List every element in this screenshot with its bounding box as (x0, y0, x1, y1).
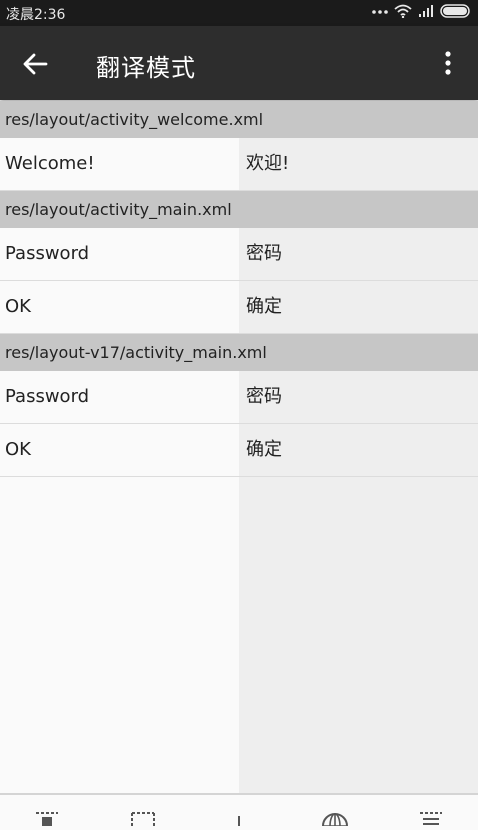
file-header: res/layout/activity_main.xml (0, 191, 478, 228)
wifi-icon (394, 4, 412, 18)
app-bar: 翻译模式 (0, 26, 478, 100)
source-text[interactable]: OK (5, 424, 235, 476)
signal-icon (418, 4, 434, 18)
translation-text[interactable]: 密码 (246, 228, 474, 280)
page-title: 翻译模式 (96, 54, 196, 82)
battery-icon (440, 4, 472, 18)
status-bar: 凌晨2:36 (0, 0, 478, 26)
back-button[interactable] (20, 50, 50, 78)
more-options-button[interactable] (436, 48, 460, 78)
translation-text[interactable]: 确定 (246, 424, 474, 476)
bottom-toolbar (0, 793, 478, 830)
translation-list[interactable]: res/layout/activity_welcome.xml Welcome!… (0, 101, 478, 793)
file-header: res/layout-v17/activity_main.xml (0, 334, 478, 371)
status-icons (372, 4, 472, 18)
status-time: 凌晨2:36 (6, 7, 66, 23)
table-row[interactable]: OK 确定 (0, 281, 478, 334)
source-text[interactable]: Password (5, 228, 235, 280)
source-text[interactable]: OK (5, 281, 235, 333)
table-row[interactable]: Password 密码 (0, 228, 478, 281)
select-dashed-icon (129, 811, 157, 830)
select-all-icon (33, 811, 61, 830)
list-icon (417, 811, 445, 830)
table-row[interactable]: Welcome! 欢迎! (0, 138, 478, 191)
source-text[interactable]: Password (5, 371, 235, 423)
source-text[interactable]: Welcome! (5, 138, 235, 190)
more-vert-icon (436, 51, 460, 82)
table-row[interactable]: Password 密码 (0, 371, 478, 424)
translation-text[interactable]: 密码 (246, 371, 474, 423)
translation-text[interactable]: 欢迎! (246, 138, 474, 190)
globe-icon (321, 811, 349, 830)
file-header: res/layout/activity_welcome.xml (0, 101, 478, 138)
arrow-left-icon (20, 53, 50, 82)
divider-icon (225, 811, 253, 830)
translation-text[interactable]: 确定 (246, 281, 474, 333)
more-dots-icon (372, 8, 388, 14)
table-row[interactable]: OK 确定 (0, 424, 478, 477)
